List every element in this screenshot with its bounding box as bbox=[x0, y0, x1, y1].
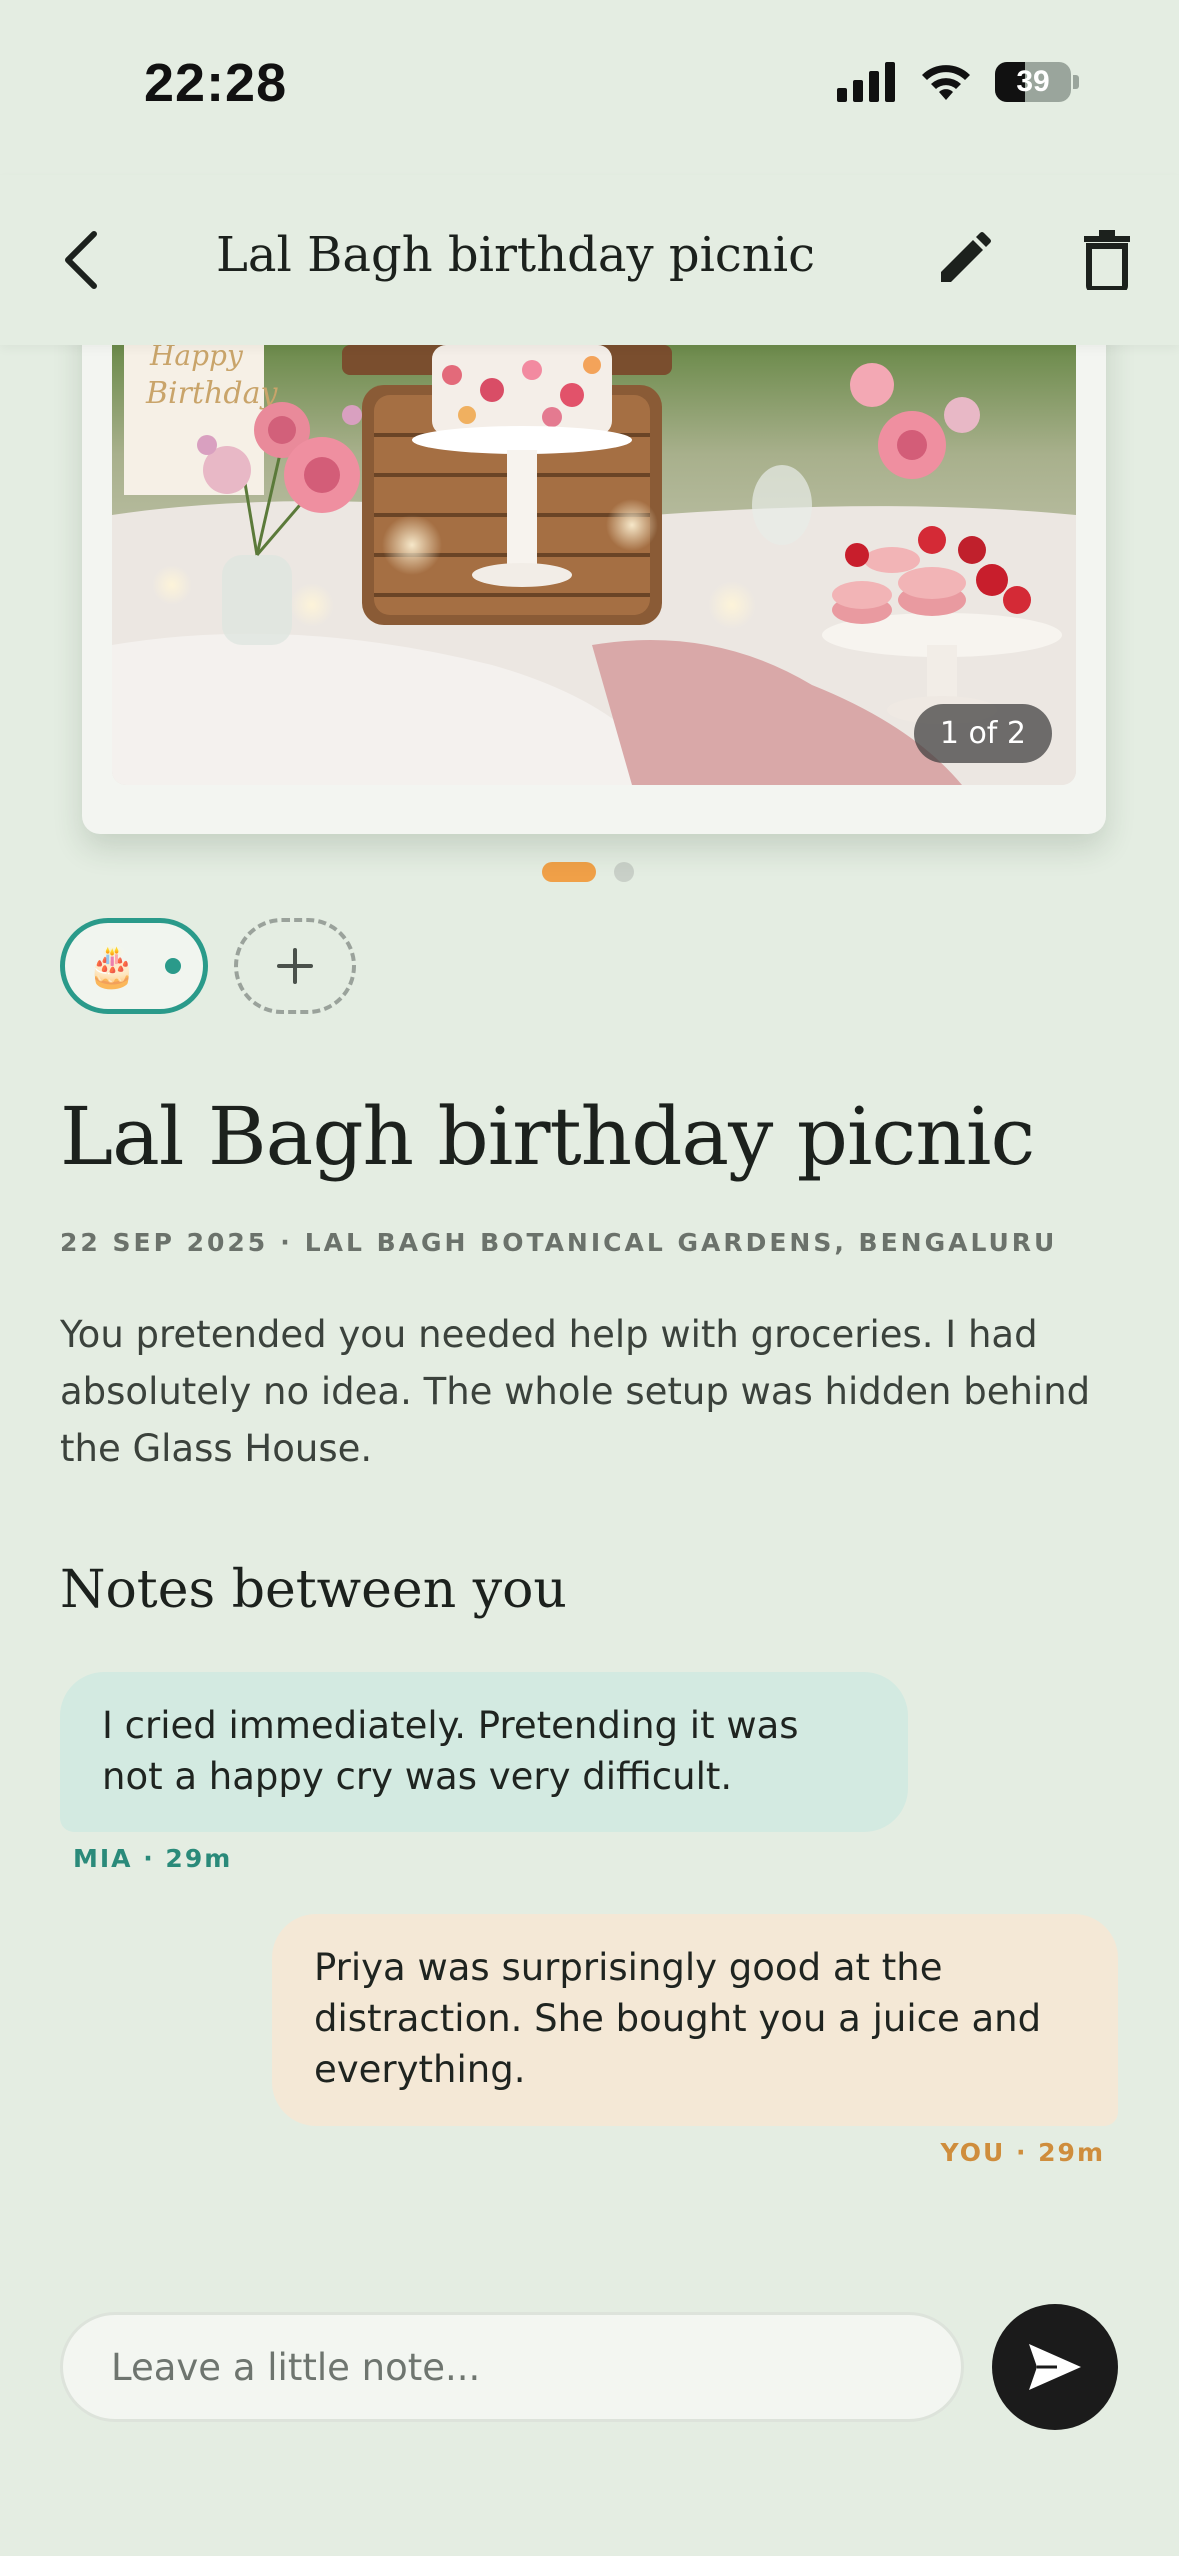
note-meta-mia: MIA · 29m bbox=[73, 1844, 233, 1873]
status-time: 22:28 bbox=[144, 53, 288, 113]
reaction-chip-cake[interactable]: 🎂 bbox=[60, 918, 208, 1014]
carousel-dot[interactable] bbox=[614, 862, 634, 882]
cake-emoji: 🎂 bbox=[87, 943, 137, 990]
status-icons: 39 bbox=[837, 62, 1079, 102]
status-bar: 22:28 39 bbox=[0, 0, 1179, 175]
send-button[interactable] bbox=[992, 2304, 1118, 2430]
memory-date: 22 SEP 2025 bbox=[60, 1228, 269, 1257]
wifi-icon bbox=[922, 65, 970, 100]
photo-sign-text: Happy bbox=[149, 345, 244, 372]
photo-card[interactable]: Happy Birthday 1 of 2 bbox=[82, 300, 1106, 834]
memory-meta: 22 SEP 2025 · LAL BAGH BOTANICAL GARDENS, … bbox=[60, 1228, 1057, 1257]
trash-icon bbox=[1084, 230, 1130, 290]
memory-title: Lal Bagh birthday picnic bbox=[60, 1090, 1035, 1183]
reaction-row: 🎂 bbox=[60, 918, 356, 1014]
meta-separator: · bbox=[280, 1228, 293, 1257]
reaction-selected-dot bbox=[164, 958, 181, 974]
battery-level: 39 bbox=[1016, 65, 1050, 98]
memory-description: You pretended you needed help with groce… bbox=[60, 1313, 1091, 1470]
nav-title: Lal Bagh birthday picnic bbox=[216, 227, 815, 283]
note-bubble-you: Priya was surprisingly good at the distr… bbox=[272, 1914, 1118, 2126]
send-icon bbox=[1029, 2344, 1081, 2390]
carousel-dot-active[interactable] bbox=[542, 862, 596, 882]
svg-text:Birthday: Birthday bbox=[145, 376, 278, 411]
back-button[interactable] bbox=[38, 215, 128, 305]
battery-nub bbox=[1073, 75, 1079, 89]
battery-indicator: 39 bbox=[995, 62, 1071, 102]
memory-location: LAL BAGH BOTANICAL GARDENS, BENGALURU bbox=[304, 1228, 1058, 1257]
add-reaction-button[interactable] bbox=[234, 918, 356, 1014]
delete-button[interactable] bbox=[1062, 215, 1152, 305]
note-bubble-mia: I cried immediately. Pretending it was n… bbox=[60, 1672, 908, 1832]
nav-header: Lal Bagh birthday picnic bbox=[0, 175, 1179, 345]
plus-icon bbox=[277, 948, 313, 984]
notes-heading: Notes between you bbox=[60, 1560, 567, 1620]
note-meta-you: YOU · 29m bbox=[940, 2138, 1105, 2167]
carousel-indicator bbox=[542, 862, 634, 882]
edit-button[interactable] bbox=[918, 215, 1008, 305]
note-input[interactable] bbox=[60, 2312, 964, 2422]
photo-counter: 1 of 2 bbox=[913, 704, 1052, 763]
pencil-icon bbox=[941, 232, 991, 282]
memory-photo[interactable]: Happy Birthday 1 of 2 bbox=[112, 345, 1076, 785]
chevron-left-icon bbox=[65, 231, 97, 289]
cellular-signal-icon bbox=[837, 62, 895, 102]
